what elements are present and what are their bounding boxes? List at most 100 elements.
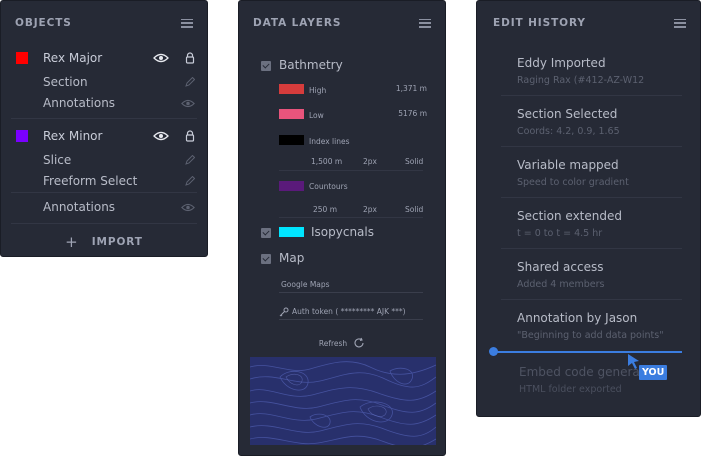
map-source-value: Google Maps <box>281 280 330 289</box>
contour-style[interactable]: Solid <box>405 205 423 214</box>
lock-icon[interactable] <box>185 52 195 64</box>
map-checkbox[interactable] <box>261 254 271 264</box>
object-row-annotations[interactable]: Annotations <box>1 197 207 217</box>
index-interval[interactable]: 1,500 m <box>311 157 342 166</box>
object-label: Rex Major <box>43 51 103 65</box>
history-entry-subtitle: "Beginning to add data points" <box>517 330 664 341</box>
eye-icon[interactable] <box>181 203 195 212</box>
lock-icon[interactable] <box>185 130 195 142</box>
history-entry-title: Eddy Imported <box>517 56 606 70</box>
bathymetry-map-image <box>250 357 436 445</box>
legend-label: Low <box>309 111 324 120</box>
legend-value: 5176 m <box>398 109 427 118</box>
legend-label: High <box>309 86 327 95</box>
contour-width[interactable]: 2px <box>363 205 377 214</box>
objects-header: OBJECTS <box>1 1 207 45</box>
eye-icon[interactable] <box>153 53 169 63</box>
import-label: IMPORT <box>91 236 143 248</box>
history-entry[interactable]: Eddy Imported Raging Rax (#412-AZ-W12 <box>517 56 644 86</box>
legend-swatch-low[interactable] <box>279 109 304 119</box>
import-button[interactable]: + IMPORT <box>1 232 207 252</box>
divider <box>11 192 197 193</box>
object-row-section[interactable]: Section <box>1 72 207 92</box>
history-timeline-slider[interactable] <box>493 351 682 353</box>
hamburger-menu-icon[interactable] <box>181 18 193 28</box>
refresh-label: Refresh <box>318 338 348 348</box>
history-entry-title: Section Selected <box>517 107 618 121</box>
legend-label: Index lines <box>309 137 350 146</box>
objects-panel: OBJECTS Rex Major Section Annotations Re… <box>0 0 208 257</box>
isopycnals-label: Isopycnals <box>311 225 374 239</box>
history-header: EDIT HISTORY <box>477 1 700 45</box>
history-title: EDIT HISTORY <box>493 17 586 29</box>
plus-icon: + <box>65 233 78 251</box>
data-layers-panel: DATA LAYERS Bathmetry High 1,371 m Low 5… <box>238 0 446 456</box>
object-row-rex-major[interactable]: Rex Major <box>1 48 207 68</box>
object-label: Section <box>43 75 88 89</box>
contour-interval[interactable]: 250 m <box>313 205 337 214</box>
index-width[interactable]: 2px <box>363 157 377 166</box>
legend-swatch-index-lines[interactable] <box>279 135 304 145</box>
eye-icon[interactable] <box>181 99 195 108</box>
history-entry[interactable]: Section Selected Coords: 4.2, 0.9, 1.65 <box>517 107 620 137</box>
divider <box>501 146 682 147</box>
legend-swatch-contours[interactable] <box>279 181 304 191</box>
map-label: Map <box>279 251 305 265</box>
history-entry-subtitle: Coords: 4.2, 0.9, 1.65 <box>517 126 620 137</box>
auth-token-value: Auth token ( ********* AJK ***) <box>292 307 406 316</box>
bathymetry-label: Bathmetry <box>279 58 343 72</box>
hamburger-menu-icon[interactable] <box>674 18 686 28</box>
divider <box>501 299 682 300</box>
color-swatch[interactable] <box>16 130 28 142</box>
history-entry-title: Variable mapped <box>517 158 619 172</box>
object-row-slice[interactable]: Slice <box>1 150 207 170</box>
objects-title: OBJECTS <box>15 17 72 29</box>
history-entry-subtitle: t = 0 to t = 4.5 hr <box>517 228 603 239</box>
object-label: Slice <box>43 153 72 167</box>
history-entry-subtitle: Raging Rax (#412-AZ-W12 <box>517 75 645 86</box>
divider <box>11 118 197 119</box>
auth-token-field[interactable]: Auth token ( ********* AJK ***) <box>279 304 423 320</box>
object-row-freeform-select[interactable]: Freeform Select <box>1 171 207 191</box>
divider <box>501 95 682 96</box>
history-entry[interactable]: Shared access Added 4 members <box>517 260 604 290</box>
layers-header: DATA LAYERS <box>239 1 445 45</box>
legend-swatch-high[interactable] <box>279 84 304 94</box>
object-row-annotations[interactable]: Annotations <box>1 93 207 113</box>
history-entry-subtitle: HTML folder exported <box>519 384 622 395</box>
refresh-icon <box>354 337 364 348</box>
index-style[interactable]: Solid <box>405 157 423 166</box>
edit-history-panel: EDIT HISTORY Eddy Imported Raging Rax (#… <box>476 0 701 417</box>
object-label: Rex Minor <box>43 129 103 143</box>
history-entry[interactable]: Annotation by Jason "Beginning to add da… <box>517 311 664 341</box>
object-label: Annotations <box>43 200 116 214</box>
isopycnals-checkbox[interactable] <box>261 228 271 238</box>
object-label: Annotations <box>43 96 116 110</box>
refresh-button[interactable]: Refresh <box>239 337 445 349</box>
isopycnals-swatch[interactable] <box>279 227 304 237</box>
object-row-rex-minor[interactable]: Rex Minor <box>1 126 207 146</box>
timeline-handle[interactable] <box>489 347 498 356</box>
eye-icon[interactable] <box>153 131 169 141</box>
divider <box>501 197 682 198</box>
map-preview[interactable] <box>250 357 436 445</box>
pencil-icon[interactable] <box>185 176 195 186</box>
history-entry-subtitle: Speed to color gradient <box>517 177 629 188</box>
color-swatch[interactable] <box>16 52 28 64</box>
bathymetry-checkbox[interactable] <box>261 61 271 71</box>
history-entry[interactable]: Variable mapped Speed to color gradient <box>517 158 629 188</box>
divider <box>501 248 682 249</box>
history-entry-subtitle: Added 4 members <box>517 279 605 290</box>
you-badge: YOU <box>639 365 668 380</box>
divider <box>11 223 197 224</box>
history-entry[interactable]: Section extended t = 0 to t = 4.5 hr <box>517 209 622 239</box>
legend-value: 1,371 m <box>395 84 427 93</box>
hamburger-menu-icon[interactable] <box>419 18 431 28</box>
legend-label: Countours <box>309 182 348 191</box>
pencil-icon[interactable] <box>185 77 195 87</box>
key-icon <box>279 307 289 317</box>
pencil-icon[interactable] <box>185 155 195 165</box>
map-source-select[interactable]: Google Maps <box>279 277 423 293</box>
history-entry-title: Shared access <box>517 260 604 274</box>
history-entry-title: Section extended <box>517 209 622 223</box>
